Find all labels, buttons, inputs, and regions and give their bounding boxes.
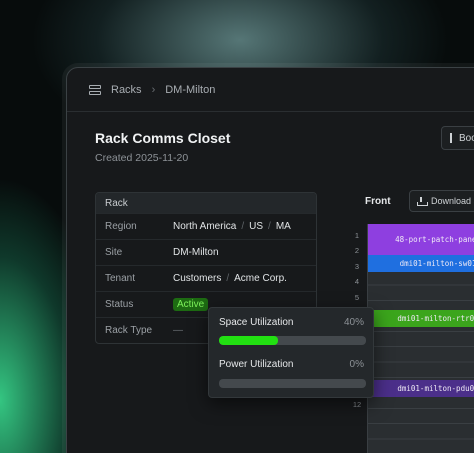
chevron-right-icon: › [151,83,156,96]
power-utilization-value: 0% [349,359,364,370]
elevation-face-label: Front [365,196,391,207]
breadcrumb-current[interactable]: DM-Milton [165,84,215,96]
property-label: Status [105,299,134,310]
utilization-popover: Space Utilization 40% Power Utilization … [208,307,374,398]
separator: / [226,273,230,284]
power-utilization-bar [219,379,366,388]
download-svg-button[interactable]: Download SVG [409,190,474,212]
bookmark-button[interactable]: Bookmark [441,126,474,150]
rack-elevation: 48-port-patch-panel dmi01-milton-sw01 dm… [367,224,474,453]
download-label: Download SVG [431,196,474,206]
tenant-link[interactable]: Acme Corp. [234,273,287,284]
card-heading: Rack [96,193,316,213]
bookmark-label: Bookmark [459,132,474,144]
rack-unit-number: 2 [354,246,360,256]
rack-unit-number: 4 [354,277,360,287]
property-row-region: Region North America / US / MA [96,213,316,239]
property-label: Site [105,247,123,258]
separator: / [241,221,245,232]
region-link[interactable]: MA [276,221,291,232]
property-label: Tenant [105,273,136,284]
rack-device-switch[interactable]: dmi01-milton-sw01 [368,255,474,272]
rack-device-router[interactable]: dmi01-milton-rtr01 [368,310,474,327]
property-row-tenant: Tenant Customers / Acme Corp. [96,265,316,291]
space-utilization-bar [219,336,366,345]
server-icon [89,84,101,95]
breadcrumb: Racks › DM-Milton [67,68,474,112]
region-link[interactable]: US [249,221,263,232]
page-title: Rack Comms Closet [95,130,231,146]
bookmark-icon [450,133,452,143]
rack-type-value: — [173,325,183,336]
rack-device-pdu[interactable]: dmi01-milton-pdu01 [368,380,474,397]
separator: / [268,221,271,232]
power-utilization-label: Power Utilization [219,359,294,370]
site-link[interactable]: DM-Milton [173,247,219,258]
created-date: Created 2025-11-20 [95,152,189,164]
property-label: Region [105,221,137,232]
rack-unit-number: 12 [352,400,362,410]
tenant-group-link[interactable]: Customers [173,273,221,284]
breadcrumb-racks[interactable]: Racks [111,84,142,96]
space-utilization-fill [219,336,278,345]
space-utilization-value: 40% [343,317,364,328]
download-icon [417,196,428,206]
rack-unit-number: 3 [354,261,360,271]
property-row-site: Site DM-Milton [96,239,316,265]
status-badge: Active [173,298,209,311]
property-label: Rack Type [105,325,153,336]
rack-unit-number: 5 [354,292,360,302]
rack-unit-number: 1 [354,231,360,240]
rack-device-patch-panel[interactable]: 48-port-patch-panel [368,224,474,255]
region-link[interactable]: North America [173,221,236,232]
space-utilization-label: Space Utilization [219,317,294,328]
